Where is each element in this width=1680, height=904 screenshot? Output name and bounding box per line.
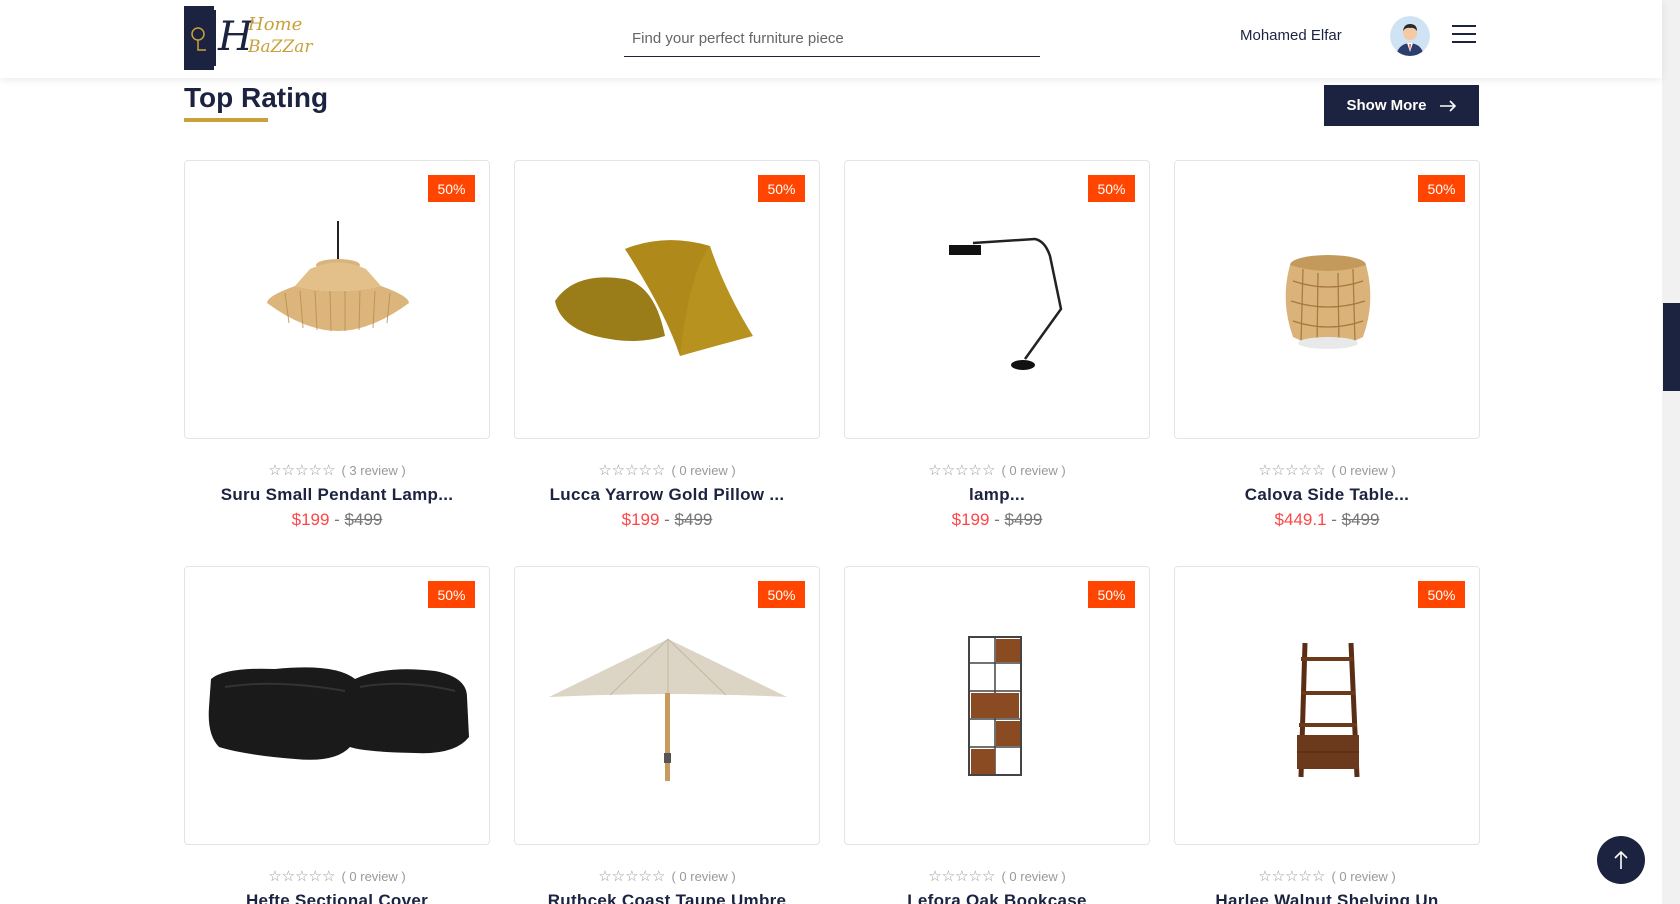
arrow-right-icon — [1439, 99, 1456, 112]
original-price: $499 — [344, 510, 383, 529]
show-more-button[interactable]: Show More — [1324, 85, 1479, 126]
price-separator: - — [1326, 510, 1342, 529]
product-card[interactable]: 50% ☆☆☆☆☆ ( 3 review ) Suru Small Pendan… — [184, 160, 490, 530]
product-rating: ☆☆☆☆☆ ( 0 review ) — [514, 461, 820, 479]
product-card[interactable]: 50% ☆☆☆☆☆ ( 0 review ) Harlee Walnut She… — [1174, 566, 1480, 904]
price-separator: - — [329, 510, 345, 529]
product-image[interactable]: 50% — [1174, 160, 1480, 439]
scrollbar-thumb[interactable] — [1663, 303, 1680, 391]
review-count: ( 0 review ) — [671, 868, 736, 884]
product-image[interactable]: 50% — [514, 566, 820, 845]
pillow-icon — [555, 240, 753, 356]
star-rating-icon: ☆☆☆☆☆ — [928, 462, 996, 479]
product-rating: ☆☆☆☆☆ ( 0 review ) — [1174, 867, 1480, 885]
review-count: ( 0 review ) — [341, 868, 406, 884]
product-price: $199 - $499 — [844, 510, 1150, 530]
floor-lamp-icon — [949, 237, 1063, 370]
hamburger-menu-icon[interactable] — [1452, 25, 1476, 45]
product-image[interactable]: 50% — [844, 566, 1150, 845]
arrow-up-icon — [1614, 850, 1628, 869]
product-rating: ☆☆☆☆☆ ( 3 review ) — [184, 461, 490, 479]
search-input[interactable] — [624, 29, 1040, 47]
product-name[interactable]: lamp... — [844, 485, 1150, 505]
product-name[interactable]: Calova Side Table... — [1174, 485, 1480, 505]
product-card[interactable]: 50% ☆☆☆☆☆ ( 0 review ) Calova Side Table… — [1174, 160, 1480, 530]
original-price: $499 — [674, 510, 713, 529]
title-underline — [184, 118, 268, 122]
star-rating-icon: ☆☆☆☆☆ — [598, 868, 666, 885]
svg-text:BaZZar: BaZZar — [247, 37, 313, 57]
discount-badge: 50% — [1088, 175, 1135, 202]
original-price: $499 — [1004, 510, 1043, 529]
product-name[interactable]: Harlee Walnut Shelving Un — [1174, 891, 1480, 904]
discount-badge: 50% — [758, 581, 805, 608]
product-image[interactable]: 50% — [514, 160, 820, 439]
product-card[interactable]: 50% ☆☆☆☆☆ ( 0 review ) Lucca Yarrow Gold… — [514, 160, 820, 530]
star-rating-icon: ☆☆☆☆☆ — [1258, 462, 1326, 479]
review-count: ( 0 review ) — [1001, 462, 1066, 478]
product-price: $199 - $499 — [184, 510, 490, 530]
review-count: ( 0 review ) — [671, 462, 736, 478]
star-rating-icon: ☆☆☆☆☆ — [598, 462, 666, 479]
discount-badge: 50% — [758, 175, 805, 202]
review-count: ( 0 review ) — [1001, 868, 1066, 884]
bookcase-icon — [968, 636, 1022, 776]
discount-badge: 50% — [428, 175, 475, 202]
pendant-lamp-icon — [267, 221, 409, 332]
product-card[interactable]: 50% ☆☆☆☆☆ ( 0 review ) Ruthcek Coast Tau… — [514, 566, 820, 904]
review-count: ( 0 review ) — [1331, 868, 1396, 884]
user-name[interactable]: Mohamed Elfar — [1240, 27, 1342, 44]
product-rating: ☆☆☆☆☆ ( 0 review ) — [184, 867, 490, 885]
product-name[interactable]: Ruthcek Coast Taupe Umbre — [514, 891, 820, 904]
sale-price: $199 — [951, 510, 990, 529]
side-table-icon — [1285, 255, 1371, 349]
product-price: $199 - $499 — [514, 510, 820, 530]
svg-text:Home: Home — [247, 14, 302, 35]
sale-price: $199 — [291, 510, 330, 529]
star-rating-icon: ☆☆☆☆☆ — [268, 462, 336, 479]
search-bar[interactable] — [624, 20, 1040, 57]
product-card[interactable]: 50% ☆☆☆☆☆ ( 0 review ) Lefora Oak Bookca… — [844, 566, 1150, 904]
sale-price: $199 — [621, 510, 660, 529]
review-count: ( 3 review ) — [341, 462, 406, 478]
product-rating: ☆☆☆☆☆ ( 0 review ) — [1174, 461, 1480, 479]
discount-badge: 50% — [1418, 175, 1465, 202]
product-name[interactable]: Suru Small Pendant Lamp... — [184, 485, 490, 505]
price-separator: - — [989, 510, 1005, 529]
product-image[interactable]: 50% — [184, 160, 490, 439]
back-to-top-button[interactable] — [1597, 836, 1645, 884]
ladder-shelf-icon — [1297, 642, 1360, 778]
sofa-cover-icon — [208, 667, 469, 760]
product-rating: ☆☆☆☆☆ ( 0 review ) — [844, 867, 1150, 885]
umbrella-icon — [549, 638, 787, 781]
product-name[interactable]: Hefte Sectional Cover — [184, 891, 490, 904]
scrollbar-track[interactable] — [1662, 0, 1680, 904]
sale-price: $449.1 — [1274, 510, 1327, 529]
star-rating-icon: ☆☆☆☆☆ — [268, 868, 336, 885]
discount-badge: 50% — [428, 581, 475, 608]
product-rating: ☆☆☆☆☆ ( 0 review ) — [514, 867, 820, 885]
star-rating-icon: ☆☆☆☆☆ — [928, 868, 996, 885]
review-count: ( 0 review ) — [1331, 462, 1396, 478]
star-rating-icon: ☆☆☆☆☆ — [1258, 868, 1326, 885]
product-name[interactable]: Lucca Yarrow Gold Pillow ... — [514, 485, 820, 505]
product-name[interactable]: Lefora Oak Bookcase — [844, 891, 1150, 904]
product-image[interactable]: 50% — [844, 160, 1150, 439]
product-card[interactable]: 50% ☆☆☆☆☆ ( 0 review ) Hefte Sectional C… — [184, 566, 490, 904]
product-image[interactable]: 50% — [1174, 566, 1480, 845]
discount-badge: 50% — [1418, 581, 1465, 608]
top-header: H Home BaZZar Mohamed Elfar — [0, 0, 1662, 78]
original-price: $499 — [1341, 510, 1380, 529]
product-card[interactable]: 50% ☆☆☆☆☆ ( 0 review ) lamp... $199 - $4… — [844, 160, 1150, 530]
show-more-label: Show More — [1346, 97, 1427, 114]
home-bazzar-logo[interactable]: H Home BaZZar — [184, 2, 324, 72]
product-price: $449.1 - $499 — [1174, 510, 1480, 530]
price-separator: - — [659, 510, 675, 529]
product-image[interactable]: 50% — [184, 566, 490, 845]
section-title: Top Rating — [184, 82, 329, 113]
discount-badge: 50% — [1088, 581, 1135, 608]
user-avatar[interactable] — [1390, 16, 1430, 56]
product-rating: ☆☆☆☆☆ ( 0 review ) — [844, 461, 1150, 479]
